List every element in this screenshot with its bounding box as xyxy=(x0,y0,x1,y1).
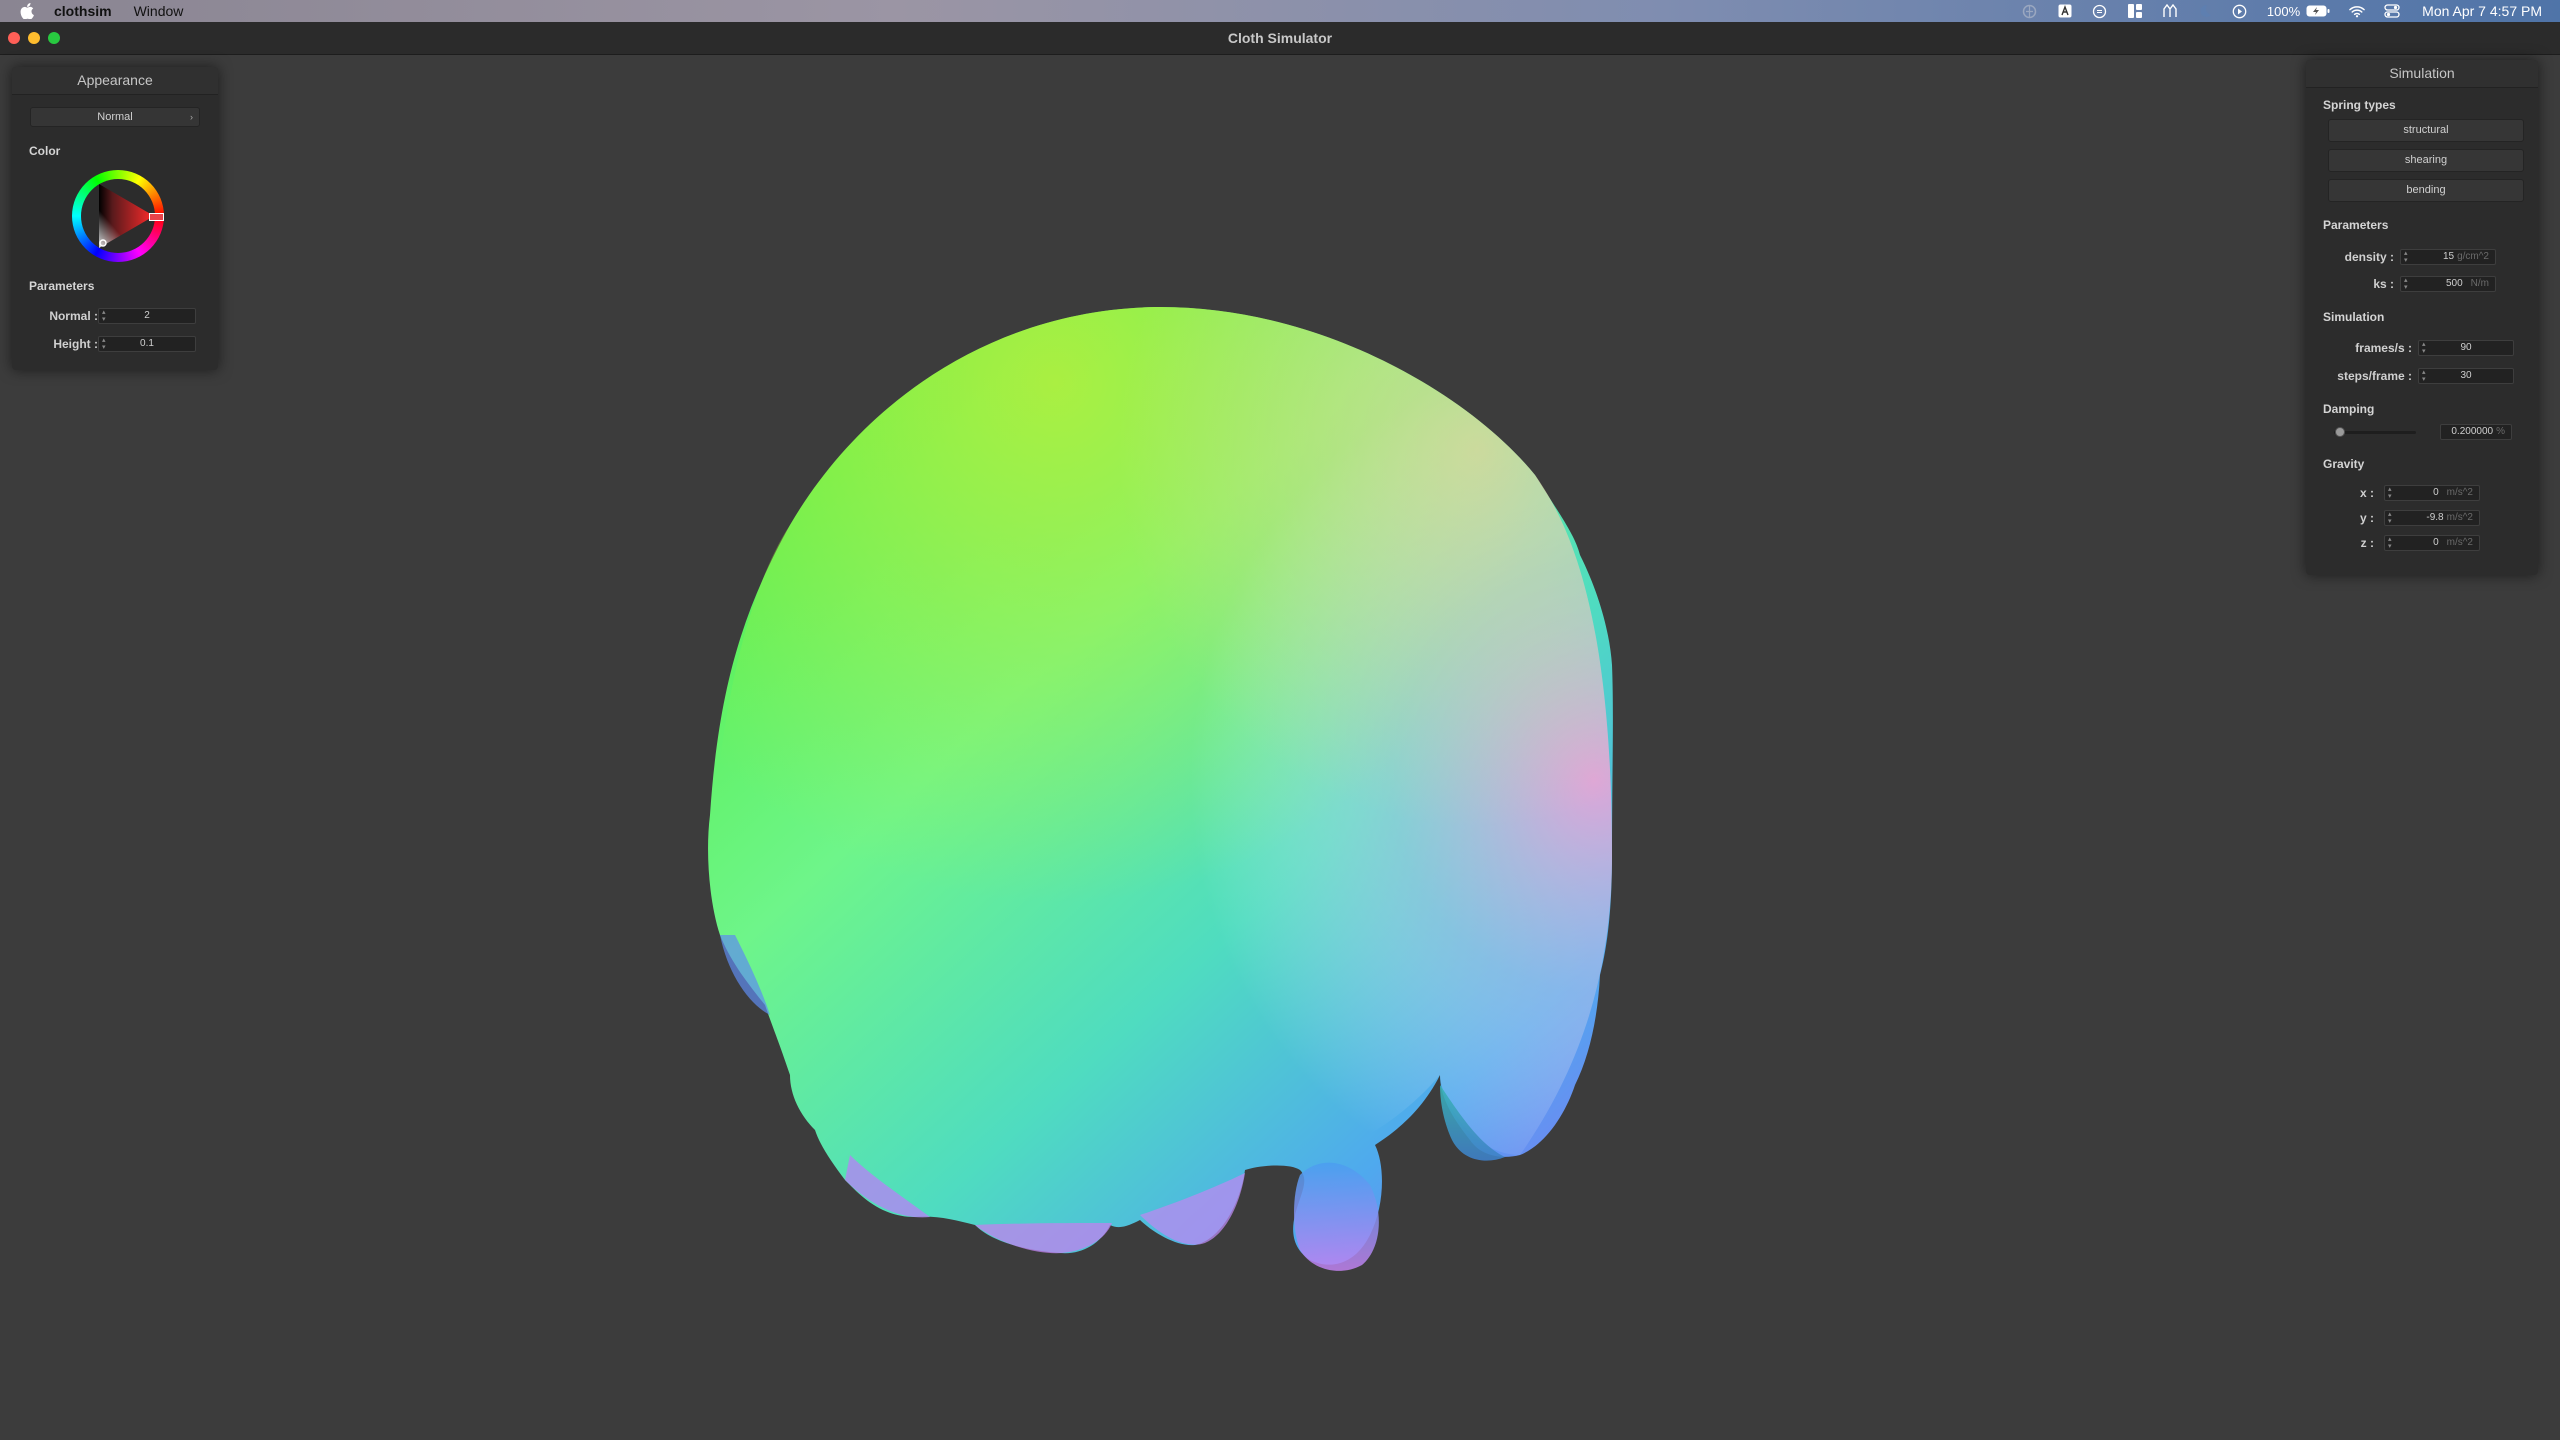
menubar-clock[interactable]: Mon Apr 7 4:57 PM xyxy=(2422,3,2542,19)
menu-bar: clothsim Window 100% Mon Apr 7 4:57 PM xyxy=(0,0,2560,22)
text-input-icon[interactable] xyxy=(2057,3,2073,19)
ks-value-group: 500 N/m xyxy=(2446,277,2489,291)
spring-types-label: Spring types xyxy=(2323,98,2396,112)
gravity-y-label: y : xyxy=(2359,511,2374,525)
spin-arrows-icon[interactable]: ▴ ▾ xyxy=(2404,277,2408,291)
gravity-x-input[interactable]: ▴ ▾ 0 m/s^2 xyxy=(2384,485,2480,501)
density-value-group: 15 g/cm^2 xyxy=(2443,250,2489,264)
activity-icon[interactable] xyxy=(2162,3,2178,19)
gravity-y-value: -9.8 xyxy=(2426,512,2444,523)
density-label: density : xyxy=(2344,250,2394,264)
height-label: Height : xyxy=(53,337,98,351)
focus-icon[interactable] xyxy=(2092,3,2108,19)
app-menu[interactable]: clothsim xyxy=(54,3,112,19)
color-section-label: Color xyxy=(29,144,61,158)
gravity-y-value-group: -9.8 m/s^2 xyxy=(2426,511,2473,525)
steps-per-frame-label: steps/frame : xyxy=(2337,369,2412,383)
control-center-icon[interactable] xyxy=(2384,3,2400,19)
gravity-y-input[interactable]: ▴ ▾ -9.8 m/s^2 xyxy=(2384,510,2480,526)
gravity-z-value: 0 xyxy=(2433,537,2439,548)
gravity-x-label: x : xyxy=(2359,486,2374,500)
damping-slider-handle[interactable] xyxy=(2335,427,2346,437)
gravity-z-unit: m/s^2 xyxy=(2446,537,2473,548)
simulation-panel-title[interactable]: Simulation xyxy=(2306,60,2538,88)
hue-marker[interactable] xyxy=(149,213,164,221)
gravity-x-value: 0 xyxy=(2433,487,2439,498)
frames-per-second-label: frames/s : xyxy=(2355,341,2412,355)
spin-arrows-icon[interactable]: ▴ ▾ xyxy=(2388,536,2392,550)
gravity-z-input[interactable]: ▴ ▾ 0 m/s^2 xyxy=(2384,535,2480,551)
cloth-render xyxy=(708,306,1613,1271)
density-value: 15 xyxy=(2442,251,2455,262)
ks-label: ks : xyxy=(2373,277,2394,291)
gravity-z-label: z : xyxy=(2360,536,2374,550)
battery-icon[interactable] xyxy=(2306,3,2330,19)
chevron-right-icon: › xyxy=(190,112,193,122)
window-menu[interactable]: Window xyxy=(134,3,184,19)
spin-arrows-icon[interactable]: ▴ ▾ xyxy=(2404,250,2408,264)
frames-per-second-value: 90 xyxy=(2460,342,2472,353)
appearance-panel: Appearance Normal › Color Parameters Nor… xyxy=(12,67,218,370)
play-icon[interactable] xyxy=(2232,3,2248,19)
shearing-spring-button[interactable]: shearing xyxy=(2328,149,2524,172)
damping-slider[interactable] xyxy=(2334,431,2416,434)
spin-arrows-icon[interactable]: ▴ ▾ xyxy=(2388,511,2392,525)
gravity-z-value-group: 0 m/s^2 xyxy=(2433,536,2473,550)
shader-dropdown[interactable]: Normal › xyxy=(30,107,200,127)
steps-per-frame-input[interactable]: ▴ ▾ 30 xyxy=(2418,368,2514,384)
render-viewport[interactable] xyxy=(0,55,2560,1440)
simulation-section-label: Simulation xyxy=(2323,310,2385,324)
bending-spring-button[interactable]: bending xyxy=(2328,179,2524,202)
vpn-icon[interactable] xyxy=(2022,3,2038,19)
height-input[interactable]: ▴ ▾ 0.1 xyxy=(98,336,196,352)
damping-unit: % xyxy=(2496,426,2505,437)
battery-percent: 100% xyxy=(2266,3,2301,19)
density-input[interactable]: ▴ ▾ 15 g/cm^2 xyxy=(2400,249,2496,265)
simulation-panel: Simulation Spring types structural shear… xyxy=(2306,60,2538,575)
stage-manager-icon[interactable] xyxy=(2127,3,2143,19)
parameters-section-label: Parameters xyxy=(2323,218,2389,232)
color-wheel[interactable] xyxy=(72,170,164,262)
shader-dropdown-value: Normal xyxy=(97,111,133,123)
normal-value: 2 xyxy=(144,310,150,321)
ks-value: 500 xyxy=(2445,278,2463,289)
window-title-bar: Cloth Simulator xyxy=(0,22,2560,55)
status-area: 100% Mon Apr 7 4:57 PM xyxy=(2003,0,2542,22)
parameters-section-label: Parameters xyxy=(29,279,95,293)
frames-per-second-input[interactable]: ▴ ▾ 90 xyxy=(2418,340,2514,356)
apple-menu-icon[interactable] xyxy=(20,3,36,19)
gravity-x-value-group: 0 m/s^2 xyxy=(2433,486,2473,500)
ks-unit: N/m xyxy=(2470,278,2489,289)
appearance-panel-title[interactable]: Appearance xyxy=(12,67,218,95)
wifi-icon[interactable] xyxy=(2349,3,2365,19)
gravity-x-unit: m/s^2 xyxy=(2446,487,2473,498)
density-unit: g/cm^2 xyxy=(2457,251,2489,262)
damping-input[interactable]: 0.200000% xyxy=(2440,424,2512,440)
damping-section-label: Damping xyxy=(2323,402,2375,416)
spin-arrows-icon[interactable]: ▴ ▾ xyxy=(2388,486,2392,500)
gravity-section-label: Gravity xyxy=(2323,457,2365,471)
height-value: 0.1 xyxy=(140,338,154,349)
gravity-y-unit: m/s^2 xyxy=(2446,512,2473,523)
damping-value-group: 0.200000% xyxy=(2451,425,2505,439)
normal-label: Normal : xyxy=(49,309,98,323)
ks-input[interactable]: ▴ ▾ 500 N/m xyxy=(2400,276,2496,292)
normal-input[interactable]: ▴ ▾ 2 xyxy=(98,308,196,324)
moon-icon[interactable] xyxy=(2197,3,2213,19)
damping-value: 0.200000 xyxy=(2451,426,2494,437)
steps-per-frame-value: 30 xyxy=(2460,370,2472,381)
window-title: Cloth Simulator xyxy=(1227,30,1333,46)
structural-spring-button[interactable]: structural xyxy=(2328,119,2524,142)
